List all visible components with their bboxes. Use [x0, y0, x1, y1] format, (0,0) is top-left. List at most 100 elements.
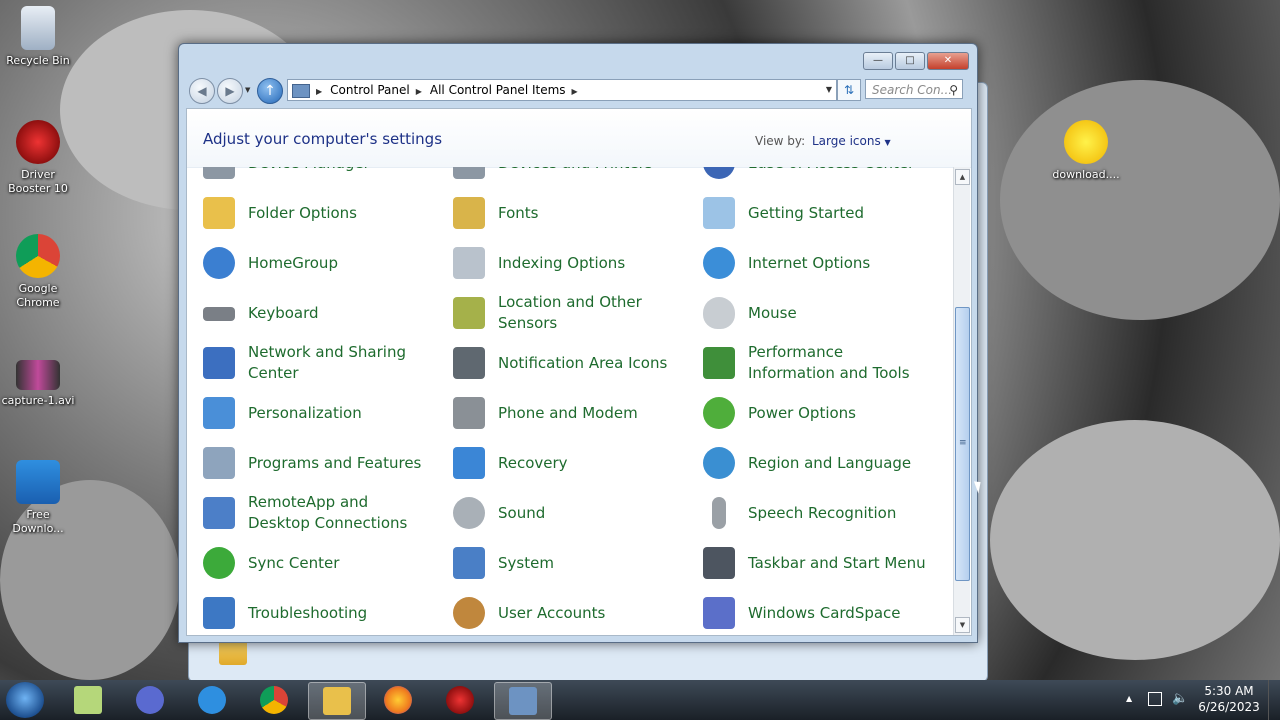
- performance-tools-icon: [703, 347, 735, 379]
- item-sync-center[interactable]: Sync Center: [187, 541, 427, 585]
- taskbar-internet-explorer[interactable]: [184, 682, 240, 718]
- sound-icon: [453, 497, 485, 529]
- item-recovery[interactable]: Recovery: [437, 441, 677, 485]
- infinity-app-icon: [136, 686, 164, 714]
- wallpaper-shape: [990, 420, 1280, 660]
- item-remoteapp[interactable]: RemoteApp and Desktop Connections: [187, 491, 427, 535]
- item-label: Sync Center: [248, 553, 340, 572]
- desktop-icon-free-download[interactable]: Free Downlo...: [0, 460, 76, 536]
- taskbar-sticky-notes[interactable]: [60, 682, 116, 718]
- item-ease-of-access[interactable]: Ease of Access Center: [687, 167, 927, 185]
- item-region-language[interactable]: Region and Language: [687, 441, 927, 485]
- item-mouse[interactable]: Mouse: [687, 291, 927, 335]
- content-header: Adjust your computer's settings View by:…: [187, 109, 971, 168]
- item-speech-recognition[interactable]: Speech Recognition: [687, 491, 927, 535]
- scroll-thumb[interactable]: ≡: [955, 307, 970, 581]
- address-dropdown-icon[interactable]: ▼: [826, 80, 832, 100]
- item-label: RemoteApp and Desktop Connections: [248, 493, 408, 532]
- items-grid: Device Manager Devices and Printers Ease…: [187, 167, 953, 635]
- taskbar-firefox[interactable]: [370, 682, 426, 718]
- minimize-button[interactable]: —: [863, 52, 893, 70]
- taskbar-control-panel[interactable]: [494, 682, 552, 720]
- desktop-icon-label: Free Downlo...: [12, 508, 64, 535]
- recent-pages-dropdown[interactable]: ▼: [245, 86, 250, 94]
- clock-date: 6/26/2023: [1198, 700, 1260, 714]
- scroll-down-button[interactable]: ▼: [955, 617, 970, 633]
- clock[interactable]: 5:30 AM 6/26/2023: [1192, 683, 1266, 715]
- item-folder-options[interactable]: Folder Options: [187, 191, 427, 235]
- fonts-icon: [453, 197, 485, 229]
- item-device-manager[interactable]: Device Manager: [187, 167, 427, 185]
- item-windows-cardspace[interactable]: Windows CardSpace: [687, 591, 927, 635]
- content-pane: Adjust your computer's settings View by:…: [186, 108, 972, 636]
- show-hidden-icons-icon[interactable]: ▲: [1126, 694, 1132, 703]
- desktop-icon-google-chrome[interactable]: Google Chrome: [0, 234, 76, 310]
- item-performance-tools[interactable]: Performance Information and Tools: [687, 341, 927, 385]
- scroll-up-button[interactable]: ▲: [955, 169, 970, 185]
- item-label: Notification Area Icons: [498, 353, 668, 372]
- item-label: Speech Recognition: [748, 503, 897, 522]
- taskbar-driver-booster[interactable]: [432, 682, 488, 718]
- item-location-sensors[interactable]: Location and Other Sensors: [437, 291, 677, 335]
- item-user-accounts[interactable]: User Accounts: [437, 591, 677, 635]
- desktop-icon-capture-video[interactable]: capture-1.avi: [0, 360, 76, 408]
- driver-booster-icon: [16, 120, 60, 164]
- desktop-icon-driver-booster[interactable]: Driver Booster 10: [0, 120, 76, 196]
- item-getting-started[interactable]: Getting Started: [687, 191, 927, 235]
- forward-button[interactable]: ▶: [217, 78, 243, 104]
- show-desktop-button[interactable]: [1268, 680, 1280, 720]
- device-manager-icon: [203, 167, 235, 179]
- breadcrumb-control-panel[interactable]: Control Panel: [330, 80, 410, 100]
- item-power-options[interactable]: Power Options: [687, 391, 927, 435]
- taskbar: ▲ 🔈 5:30 AM 6/26/2023: [0, 680, 1280, 720]
- breadcrumb-all-items[interactable]: All Control Panel Items: [430, 80, 566, 100]
- breadcrumb-separator[interactable]: ▶: [316, 82, 322, 102]
- item-label: Network and Sharing Center: [248, 343, 406, 382]
- start-button[interactable]: [6, 682, 44, 718]
- programs-features-icon: [203, 447, 235, 479]
- item-label: Programs and Features: [248, 453, 422, 472]
- view-by-dropdown[interactable]: Large icons ▼: [812, 134, 891, 148]
- item-taskbar-start[interactable]: Taskbar and Start Menu: [687, 541, 927, 585]
- item-network-sharing[interactable]: Network and Sharing Center: [187, 341, 427, 385]
- taskbar-infinity-app[interactable]: [122, 682, 178, 718]
- breadcrumb-separator[interactable]: ▶: [416, 82, 422, 102]
- item-indexing-options[interactable]: Indexing Options: [437, 241, 677, 285]
- item-homegroup[interactable]: HomeGroup: [187, 241, 427, 285]
- desktop-icon-download-image[interactable]: download....: [1048, 120, 1124, 182]
- item-devices-printers[interactable]: Devices and Printers: [437, 167, 677, 185]
- power-options-icon: [703, 397, 735, 429]
- item-system[interactable]: System: [437, 541, 677, 585]
- item-sound[interactable]: Sound: [437, 491, 677, 535]
- volume-muted-icon[interactable]: 🔈: [1172, 691, 1188, 706]
- item-keyboard[interactable]: Keyboard: [187, 291, 427, 335]
- ease-of-access-icon: [703, 167, 735, 179]
- item-label: Folder Options: [248, 203, 357, 222]
- clock-time: 5:30 AM: [1204, 684, 1254, 698]
- item-troubleshooting[interactable]: Troubleshooting: [187, 591, 427, 635]
- address-bar[interactable]: ▶ Control Panel ▶ All Control Panel Items ▶ …: [287, 79, 837, 101]
- item-notification-icons[interactable]: Notification Area Icons: [437, 341, 677, 385]
- close-button[interactable]: ✕: [927, 52, 969, 70]
- item-label: Indexing Options: [498, 253, 626, 272]
- free-download-icon: [16, 460, 60, 504]
- maximize-button[interactable]: □: [895, 52, 925, 70]
- video-file-icon: [16, 360, 60, 390]
- search-icon: ⚲: [949, 83, 958, 97]
- up-button[interactable]: ↑: [257, 78, 283, 104]
- desktop-icon-recycle-bin[interactable]: Recycle Bin: [0, 6, 76, 68]
- item-programs-features[interactable]: Programs and Features: [187, 441, 427, 485]
- item-phone-modem[interactable]: Phone and Modem: [437, 391, 677, 435]
- item-internet-options[interactable]: Internet Options: [687, 241, 927, 285]
- taskbar-chrome[interactable]: [246, 682, 302, 718]
- refresh-button[interactable]: ⇅: [837, 79, 861, 101]
- item-personalization[interactable]: Personalization: [187, 391, 427, 435]
- search-input[interactable]: Search Con... ⚲: [865, 79, 963, 99]
- back-button[interactable]: ◀: [189, 78, 215, 104]
- item-fonts[interactable]: Fonts: [437, 191, 677, 235]
- vertical-scrollbar[interactable]: ▲ ≡ ▼: [953, 167, 970, 635]
- breadcrumb-separator[interactable]: ▶: [572, 82, 578, 102]
- page-title: Adjust your computer's settings: [203, 130, 443, 148]
- action-center-icon[interactable]: [1148, 692, 1162, 706]
- taskbar-file-explorer[interactable]: [308, 682, 366, 720]
